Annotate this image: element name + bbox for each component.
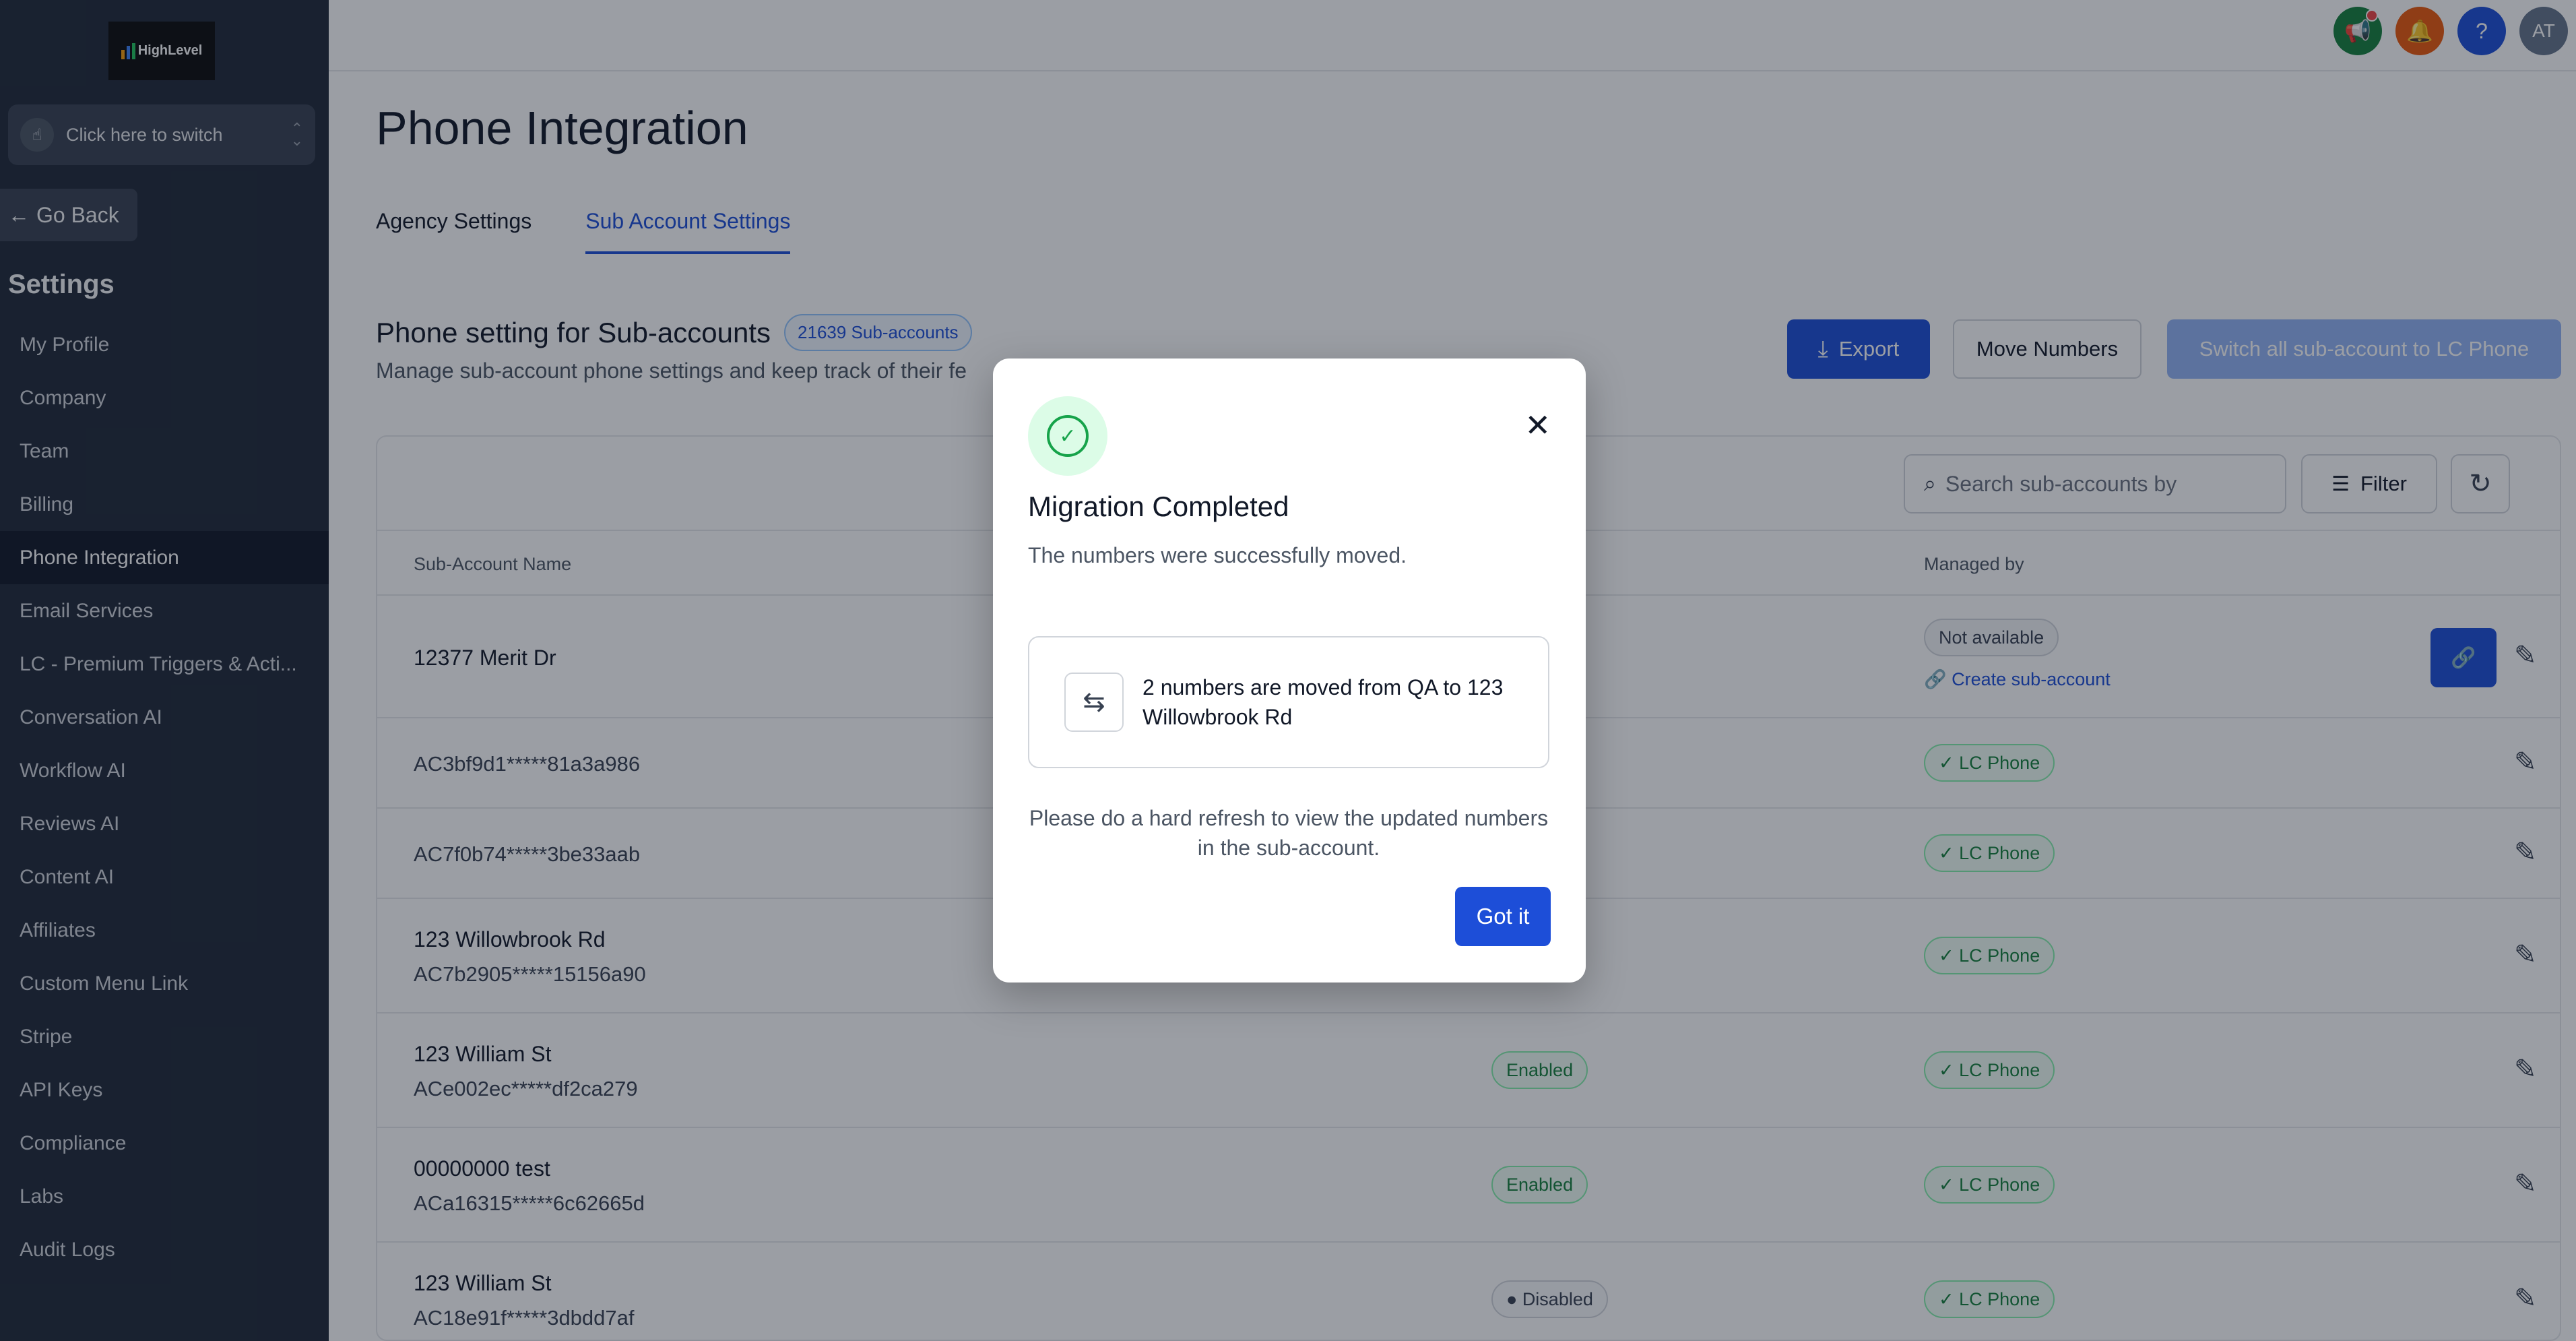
migration-info-box: ⇆ 2 numbers are moved from QA to 123 Wil… <box>1028 636 1549 768</box>
swap-arrows-icon: ⇆ <box>1064 673 1124 732</box>
got-it-button[interactable]: Got it <box>1455 887 1551 946</box>
modal-backdrop[interactable]: ✓ ✕ Migration Completed The numbers were… <box>0 0 2576 1341</box>
modal-subtitle: The numbers were successfully moved. <box>1028 543 1407 567</box>
migration-info-text: 2 numbers are moved from QA to 123 Willo… <box>1142 675 1504 729</box>
modal-title: Migration Completed <box>1028 491 1289 522</box>
close-icon[interactable]: ✕ <box>1524 410 1551 441</box>
success-badge: ✓ <box>1028 396 1107 476</box>
check-circle-icon: ✓ <box>1047 415 1089 457</box>
migration-completed-modal: ✓ ✕ Migration Completed The numbers were… <box>993 358 1586 983</box>
refresh-note: Please do a hard refresh to view the upd… <box>1029 806 1549 860</box>
